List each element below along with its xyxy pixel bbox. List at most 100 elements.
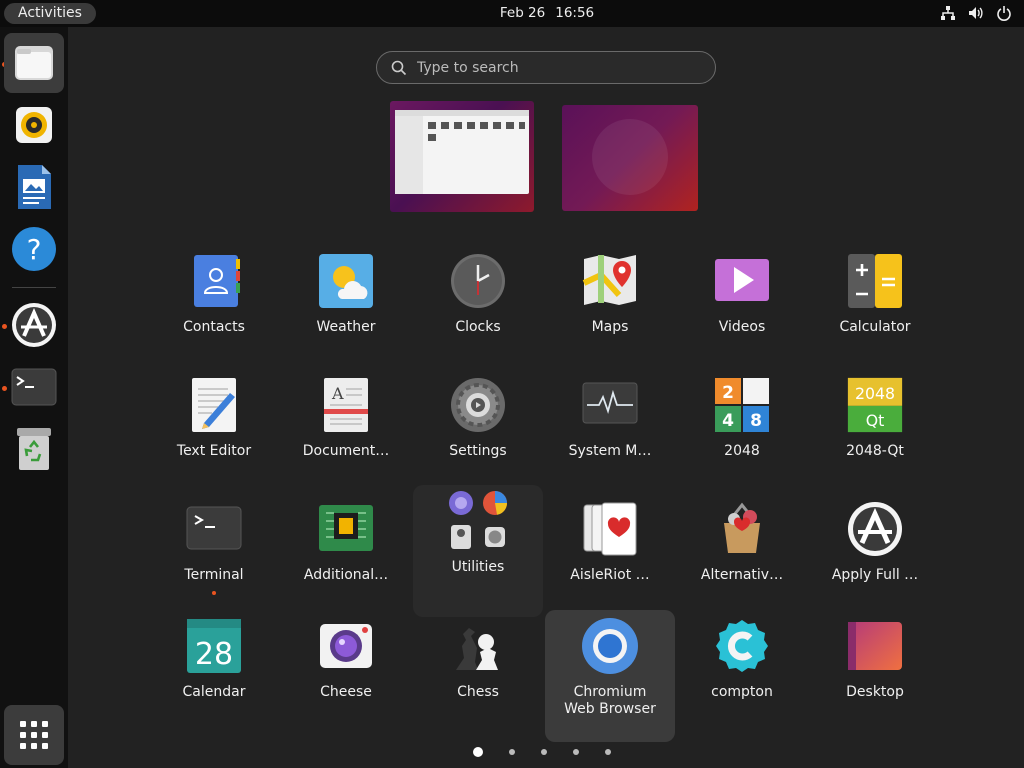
chromium-icon [582,618,638,674]
trash-icon [17,428,51,470]
app-label: Videos [718,319,766,335]
clock-date: Feb 26 [499,5,546,21]
app-system-monitor[interactable]: System M… [545,369,675,493]
calendar-icon: 28 [187,619,241,673]
app-label: Weather [316,319,376,335]
page-dot-3[interactable] [541,749,547,755]
app-clocks[interactable]: Clocks [413,245,543,369]
alternative-icon [724,502,760,553]
app-compton[interactable]: compton [677,610,807,734]
app-label: Alternativ… [700,567,784,583]
svg-text:?: ? [27,233,42,266]
dock-item-terminal[interactable] [4,357,64,417]
app-maps[interactable]: Maps [545,245,675,369]
app-contacts[interactable]: Contacts [149,245,279,369]
app-label: Calendar [182,684,246,700]
clock-time: 16:56 [555,5,595,21]
calendar-day: 28 [195,637,233,672]
app-label: 2048 [724,443,760,459]
app-settings[interactable]: Settings [413,369,543,493]
maps-icon [582,255,636,305]
app-label: Document… [302,443,390,459]
files-icon [15,46,53,80]
app-weather[interactable]: Weather [281,245,411,369]
volume-icon[interactable] [968,5,984,21]
app-aisleriot[interactable]: AisleRiot … [545,493,675,617]
app-label: AisleRiot … [570,567,650,583]
app-text-editor[interactable]: Text Editor [149,369,279,493]
app-videos[interactable]: Videos [677,245,807,369]
app-calculator[interactable]: Calculator [810,245,940,369]
desktop-icon [848,622,902,670]
app-label: Calculator [839,319,911,335]
search-box[interactable] [376,51,716,84]
folder-icon [441,122,449,129]
app-2048[interactable]: 2 4 8 2048 [677,369,807,493]
show-applications-icon [20,721,48,749]
app-label: Utilities [451,559,505,575]
folder-icon [493,122,501,129]
page-indicator [473,747,611,757]
app-document-viewer[interactable]: A Document… [281,369,411,493]
app-label: Contacts [183,319,245,335]
dock-item-trash[interactable] [4,419,64,479]
workspace-thumbnail-1[interactable] [390,101,534,212]
running-indicator [212,591,216,595]
rhythmbox-icon [16,107,52,143]
page-dot-5[interactable] [605,749,611,755]
writer-icon [18,165,51,209]
additional-drivers-icon [319,505,373,551]
tile-2048: 2048 [855,384,895,403]
app-cheese[interactable]: Cheese [281,610,411,734]
app-alternative[interactable]: Alternativ… [677,493,807,617]
app-label: Maps [591,319,629,335]
dock-item-rhythmbox[interactable] [4,95,64,155]
app-label: Text Editor [176,443,252,459]
workspace-thumbnail-2[interactable] [562,105,698,211]
tile-2: 2 [722,383,734,403]
dock-item-libreoffice-writer[interactable] [4,157,64,217]
search-icon [391,60,407,76]
app-utilities-folder[interactable]: Utilities [413,485,543,617]
folder-icon [428,134,436,141]
app-calendar[interactable]: 28 Calendar [149,610,279,734]
app-label: Settings [449,443,507,459]
page-dot-4[interactable] [573,749,579,755]
tile-qt: Qt [866,411,885,430]
app-label: Chromium Web Browser [564,684,656,717]
clock[interactable]: Feb 26 16:56 [0,5,1024,21]
chess-icon [456,628,498,670]
system-tray[interactable] [940,5,1012,21]
folder-icon [480,122,488,129]
app-additional-drivers[interactable]: Additional… [281,493,411,617]
app-label: Desktop [846,684,904,700]
clocks-icon [451,254,505,308]
search-input[interactable] [417,58,697,78]
app-desktop[interactable]: Desktop [810,610,940,734]
network-icon[interactable] [940,5,956,21]
dock: ? [0,27,68,768]
folder-icon [506,122,514,129]
app-terminal[interactable]: Terminal [149,493,279,617]
dock-item-help[interactable]: ? [4,219,64,279]
app-2048-qt[interactable]: 2048 Qt 2048-Qt [810,369,940,493]
app-label: Terminal [184,567,244,583]
app-label: 2048-Qt [846,443,904,459]
app-label: Clocks [455,319,501,335]
weather-icon [319,254,373,308]
app-chess[interactable]: Chess [413,610,543,734]
power-icon[interactable] [996,5,1012,21]
page-dot-1[interactable] [473,747,483,757]
dock-item-files[interactable] [4,33,64,93]
app-chromium[interactable]: Chromium Web Browser [545,610,675,742]
2048-qt-icon: 2048 Qt [847,377,903,433]
dock-item-software-updater[interactable] [4,295,64,355]
utilities-folder-icon [449,491,507,549]
page-dot-2[interactable] [509,749,515,755]
app-label: compton [711,684,773,700]
show-applications-button[interactable] [4,705,64,765]
folder-icon [519,122,525,129]
compton-icon [716,620,768,672]
files-window-thumbnail [395,110,529,194]
app-apply-full-upgrade[interactable]: Apply Full … [810,493,940,617]
